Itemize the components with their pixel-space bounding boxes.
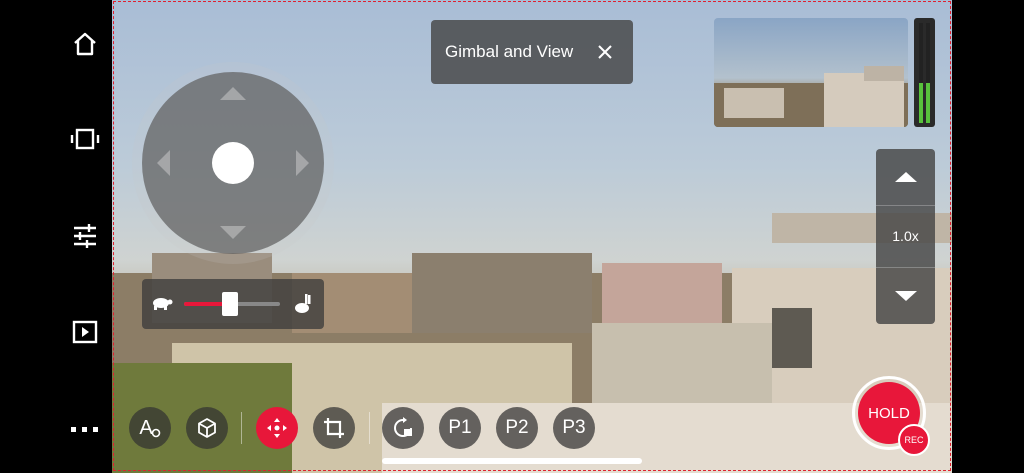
crop-icon	[324, 418, 344, 438]
preset-p2-label: P2	[505, 417, 529, 438]
gimbal-view-card: Gimbal and View	[431, 20, 633, 84]
audio-level-meter	[914, 18, 935, 127]
toolbar-separator-1	[241, 412, 242, 444]
left-sidebar	[0, 0, 112, 473]
orientation-icon	[70, 128, 100, 150]
audio-meter-left-level	[919, 83, 923, 123]
more-button[interactable]	[64, 408, 106, 450]
zoom-in-button[interactable]	[876, 149, 935, 204]
zoom-control: 1.0x	[876, 149, 935, 324]
rabbit-icon	[295, 294, 311, 313]
close-icon[interactable]	[595, 42, 615, 62]
chevron-up-icon	[894, 171, 917, 182]
home-button[interactable]	[64, 23, 106, 65]
preset-p1-button[interactable]: P1	[439, 407, 481, 449]
speed-slider-thumb[interactable]	[222, 292, 239, 316]
speed-slider-panel	[142, 279, 324, 329]
rec-label: REC	[904, 435, 924, 445]
playback-button[interactable]	[64, 311, 106, 353]
more-icon	[71, 427, 98, 432]
home-icon	[74, 32, 96, 56]
rec-badge[interactable]: REC	[898, 424, 930, 456]
gear-icon	[151, 428, 160, 438]
orientation-button[interactable]	[64, 118, 106, 160]
3d-mode-button[interactable]	[186, 407, 228, 449]
audio-meter-right-level	[926, 83, 930, 123]
home-indicator[interactable]	[382, 458, 642, 464]
right-margin	[952, 0, 1024, 473]
preview-scene	[714, 66, 908, 127]
joystick-knob[interactable]	[212, 142, 254, 184]
cube-icon	[198, 418, 216, 438]
rotate-lock-button[interactable]	[382, 407, 424, 449]
preset-p1-label: P1	[448, 417, 472, 438]
preset-p2-button[interactable]: P2	[496, 407, 538, 449]
gimbal-view-title: Gimbal and View	[445, 42, 574, 61]
toolbar-separator-2	[369, 412, 370, 444]
ai-tracking-button[interactable]: A	[129, 407, 171, 449]
settings-sliders-button[interactable]	[64, 215, 106, 257]
crop-button[interactable]	[313, 407, 355, 449]
zoom-level: 1.0x	[892, 228, 919, 244]
gimbal-mode-button[interactable]	[256, 407, 298, 449]
playback-icon	[72, 320, 98, 344]
turtle-icon	[153, 298, 173, 310]
preview-thumbnail[interactable]	[714, 18, 908, 127]
preset-p3-label: P3	[562, 417, 586, 438]
hold-label: HOLD	[868, 404, 910, 422]
sliders-icon	[74, 224, 96, 248]
zoom-out-button[interactable]	[876, 268, 935, 324]
zoom-divider-top	[876, 205, 935, 206]
preset-p3-button[interactable]: P3	[553, 407, 595, 449]
rotate-lock-icon	[394, 417, 412, 437]
chevron-down-icon	[894, 291, 917, 301]
move-icon	[267, 418, 287, 438]
